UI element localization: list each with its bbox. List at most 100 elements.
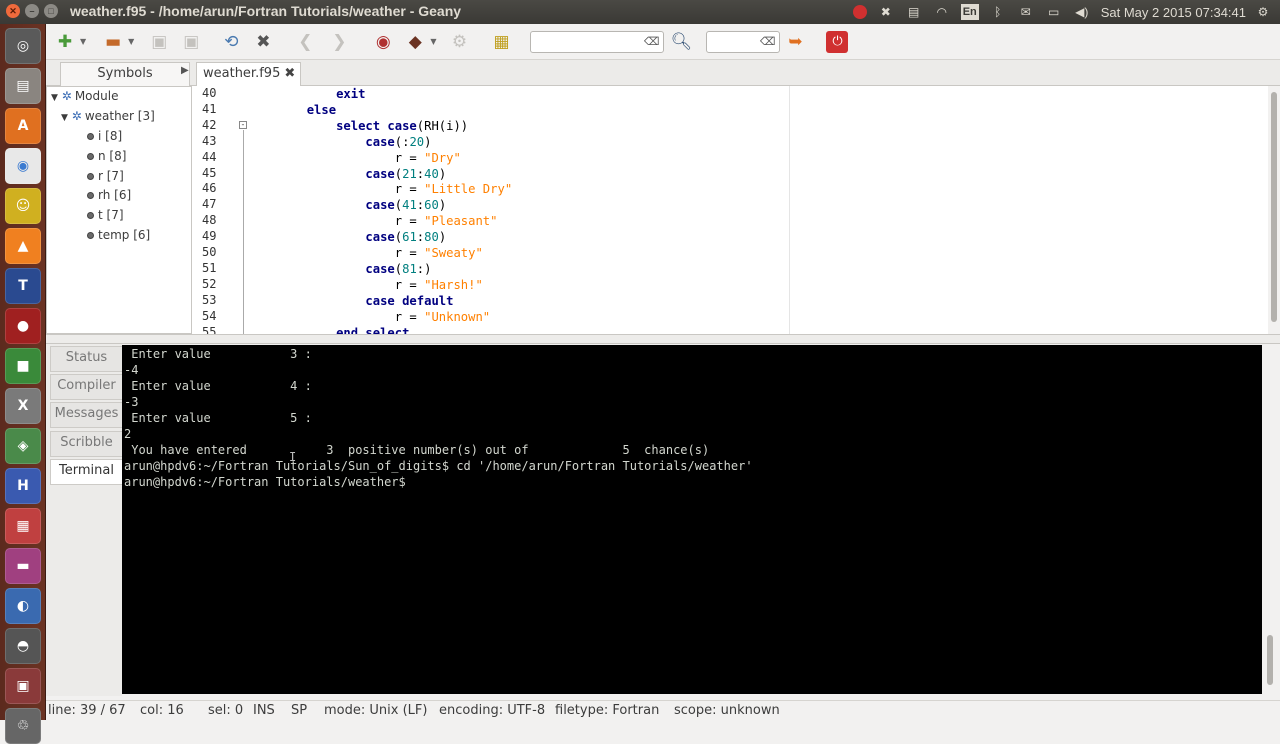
- editor-scrollbar[interactable]: [1268, 86, 1280, 334]
- code-area[interactable]: exit else select case(RH(i)) case(:20) r…: [248, 86, 1268, 334]
- search-icon[interactable]: 🔍︎: [668, 29, 694, 55]
- power-menu-icon[interactable]: ⚙: [1254, 4, 1272, 20]
- goto-line-field[interactable]: ⌫: [706, 30, 781, 53]
- compile-icon[interactable]: ◉: [370, 29, 396, 55]
- code-token: 61: [402, 230, 417, 245]
- sidebar-tab-arrow-icon[interactable]: ▶: [181, 65, 189, 76]
- disk-icon[interactable]: ◓: [5, 628, 41, 664]
- vlc-icon[interactable]: ▲: [5, 228, 41, 264]
- quit-icon[interactable]: ⏻: [826, 30, 849, 53]
- tree-node-weather[interactable]: ▼ ✲ weather [3]: [61, 109, 155, 123]
- chrome-icon[interactable]: ◉: [5, 148, 41, 184]
- goto-line-input[interactable]: [711, 32, 762, 51]
- execute-icon[interactable]: ⚙: [446, 29, 472, 55]
- bluetooth-icon[interactable]: ᛒ: [989, 4, 1007, 20]
- status-scope: scope: unknown: [674, 703, 780, 718]
- xfig-icon[interactable]: X: [5, 388, 41, 424]
- save-all-icon[interactable]: ▣: [178, 29, 204, 55]
- color-chooser-icon[interactable]: ▦: [488, 29, 514, 55]
- files-icon[interactable]: ▤: [5, 68, 41, 104]
- libreoffice-icon[interactable]: ■: [5, 348, 41, 384]
- save-icon[interactable]: ▣: [146, 29, 172, 55]
- close-tab-icon[interactable]: ✖: [284, 66, 295, 81]
- tree-node-variable[interactable]: n [8]: [87, 149, 126, 163]
- message-window-tabs: Status Compiler Messages Scribble Terminal: [46, 344, 122, 696]
- tree-node-variable[interactable]: t [7]: [87, 208, 124, 222]
- maximize-window-button[interactable]: □: [44, 4, 58, 18]
- tab-compiler[interactable]: Compiler: [50, 374, 122, 401]
- revert-icon[interactable]: ⟲: [218, 29, 244, 55]
- tree-node-variable[interactable]: rh [6]: [87, 188, 131, 202]
- line-number: 40: [202, 86, 217, 100]
- open-file-icon[interactable]: ▬: [100, 29, 126, 55]
- tools-icon[interactable]: ✖: [877, 4, 895, 20]
- updater-icon[interactable]: ◐: [5, 588, 41, 624]
- clear-goto-icon[interactable]: ⌫: [760, 35, 776, 48]
- status-sp: SP: [291, 703, 308, 718]
- tab-terminal[interactable]: Terminal: [50, 458, 122, 485]
- code-token: 60: [424, 198, 439, 213]
- ubuntu-dash-icon[interactable]: ◎: [5, 28, 41, 64]
- tab-messages[interactable]: Messages: [50, 402, 122, 429]
- trash-icon[interactable]: ♲: [5, 708, 41, 744]
- geany-icon[interactable]: ☺: [5, 188, 41, 224]
- goto-line-icon[interactable]: ➥: [782, 29, 808, 55]
- tab-symbols[interactable]: Symbols: [60, 62, 190, 86]
- code-editor[interactable]: 40 41 42 43 44 45 46 47 48 49 50 51 52 53 54 55 - exit …: [192, 86, 1268, 334]
- status-sel: sel: 0: [208, 703, 244, 718]
- code-token: ): [424, 134, 432, 149]
- terminal-line: -4: [124, 363, 139, 377]
- tree-node-variable[interactable]: i [8]: [87, 129, 122, 143]
- search-field[interactable]: ⌫: [530, 30, 665, 53]
- pane-divider[interactable]: [46, 334, 1280, 344]
- tab-editor-file[interactable]: weather.f95 ✖: [196, 62, 301, 86]
- clear-search-icon[interactable]: ⌫: [644, 35, 660, 48]
- scrollbar-thumb[interactable]: [1267, 635, 1273, 685]
- software-center-icon[interactable]: A: [5, 108, 41, 144]
- keyboard-layout-indicator[interactable]: En: [960, 4, 979, 20]
- ubuntu-one-icon[interactable]: ●: [5, 308, 41, 344]
- clock[interactable]: Sat May 2 2015 07:34:41: [1101, 5, 1246, 20]
- expand-arrow-icon[interactable]: ▼: [51, 93, 58, 103]
- close-file-icon[interactable]: ✖: [250, 29, 276, 55]
- clipboard-icon[interactable]: ▤: [905, 4, 923, 20]
- minimize-window-button[interactable]: –: [25, 4, 39, 18]
- tools-icon[interactable]: ▣: [5, 668, 41, 704]
- code-token: r =: [248, 246, 425, 260]
- expand-arrow-icon[interactable]: ▼: [61, 113, 68, 123]
- scrollbar-thumb[interactable]: [1271, 92, 1277, 322]
- forward-icon[interactable]: ❯: [326, 29, 352, 55]
- wifi-icon[interactable]: ◠: [933, 4, 951, 20]
- fold-marker-icon[interactable]: -: [239, 121, 247, 129]
- close-window-button[interactable]: ✕: [6, 4, 20, 18]
- terminal[interactable]: I Enter value 3 : -4 Enter value 4 : -3 En…: [122, 345, 1262, 694]
- build-dropdown-icon[interactable]: ▼: [430, 37, 436, 46]
- tab-scribble[interactable]: Scribble: [50, 430, 122, 457]
- volume-icon[interactable]: ◀): [1073, 4, 1091, 20]
- code-line: exit: [248, 86, 365, 102]
- virtualbox-icon[interactable]: ◈: [5, 428, 41, 464]
- tab-status[interactable]: Status: [50, 346, 122, 372]
- hdf-icon[interactable]: H: [5, 468, 41, 504]
- code-token: ): [438, 166, 447, 181]
- search-input[interactable]: [535, 32, 646, 51]
- terminal-scrollbar[interactable]: [1262, 345, 1280, 694]
- tree-node-variable[interactable]: temp [6]: [87, 228, 150, 242]
- build-icon[interactable]: ◆: [402, 29, 428, 55]
- line-number: 46: [202, 181, 217, 196]
- status-col: col: 16: [140, 703, 184, 718]
- new-file-icon[interactable]: ✚: [52, 29, 78, 55]
- calculator-icon[interactable]: ▦: [5, 508, 41, 544]
- impress-icon[interactable]: ▬: [5, 548, 41, 584]
- tree-node-variable[interactable]: r [7]: [87, 169, 124, 183]
- back-icon[interactable]: ❮: [292, 29, 318, 55]
- record-icon[interactable]: [852, 5, 867, 19]
- texmaker-icon[interactable]: T: [5, 268, 41, 304]
- code-token: 81: [402, 261, 417, 276]
- mail-icon[interactable]: ✉: [1017, 4, 1035, 20]
- new-file-dropdown-icon[interactable]: ▼: [80, 37, 86, 46]
- open-recent-dropdown-icon[interactable]: ▼: [128, 37, 134, 46]
- battery-icon[interactable]: ▭: [1045, 4, 1063, 20]
- tree-node-module[interactable]: ▼ ✲ Module: [51, 89, 118, 103]
